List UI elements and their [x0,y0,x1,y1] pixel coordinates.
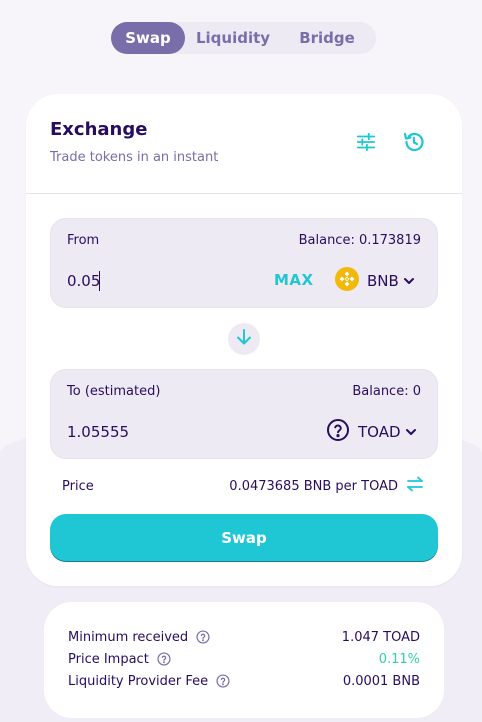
card-subtitle: Trade tokens in an instant [50,150,219,165]
exchange-card: Exchange Trade tokens in an instant From… [26,94,462,586]
help-question-icon[interactable] [157,652,171,666]
swap-tabs: Swap Liquidity Bridge [111,22,376,54]
settings-sliders-icon [355,131,377,157]
help-question-icon[interactable] [216,674,230,688]
price-value: 0.0473685 BNB per TOAD [229,479,398,494]
from-balance: Balance: 0.173819 [298,233,421,248]
unknown-token-question-icon [326,418,350,446]
detail-value: 0.0001 BNB [342,673,420,689]
card-header: Exchange Trade tokens in an instant [26,94,462,194]
to-balance: Balance: 0 [352,384,421,399]
history-button[interactable] [400,130,428,158]
detail-value: 1.047 TOAD [341,629,420,645]
bnb-logo-icon [335,267,359,295]
history-icon [402,130,426,158]
tab-bridge[interactable]: Bridge [281,22,373,54]
from-panel: From Balance: 0.173819 MAX BNB [50,218,438,308]
to-panel: To (estimated) Balance: 0 TOAD [50,369,438,459]
from-label: From [67,233,100,248]
help-question-icon[interactable] [196,630,210,644]
switch-direction-button[interactable] [228,323,260,355]
detail-row-lp-fee: Liquidity Provider Fee 0.0001 BNB [68,671,420,691]
to-token-name: TOAD [358,423,401,441]
trade-details-card: Minimum received 1.047 TOAD Price Impact… [44,602,444,718]
from-token-select[interactable]: BNB [335,267,415,295]
price-invert-button[interactable] [404,476,426,496]
to-amount-input[interactable] [67,420,247,444]
text-cursor [99,271,100,291]
swap-button[interactable]: Swap [50,514,438,562]
detail-label: Price Impact [68,651,149,667]
detail-label: Liquidity Provider Fee [68,673,209,689]
settings-button[interactable] [352,130,380,158]
swap-horizontal-arrows-icon [406,476,424,496]
tab-swap[interactable]: Swap [111,22,185,54]
detail-label: Minimum received [68,629,189,645]
card-title: Exchange [50,119,148,140]
detail-value: 0.11% [378,651,420,667]
price-label: Price [62,479,94,494]
tab-liquidity[interactable]: Liquidity [185,22,281,54]
max-button[interactable]: MAX [274,271,314,289]
detail-row-minimum-received: Minimum received 1.047 TOAD [68,627,420,647]
to-token-select[interactable]: TOAD [326,418,417,446]
arrow-down-icon [234,327,254,351]
chevron-down-icon [405,426,417,438]
from-amount-input[interactable] [67,269,247,293]
chevron-down-icon [403,275,415,287]
detail-row-price-impact: Price Impact 0.11% [68,649,420,669]
from-token-name: BNB [367,272,399,290]
to-label: To (estimated) [67,384,161,399]
